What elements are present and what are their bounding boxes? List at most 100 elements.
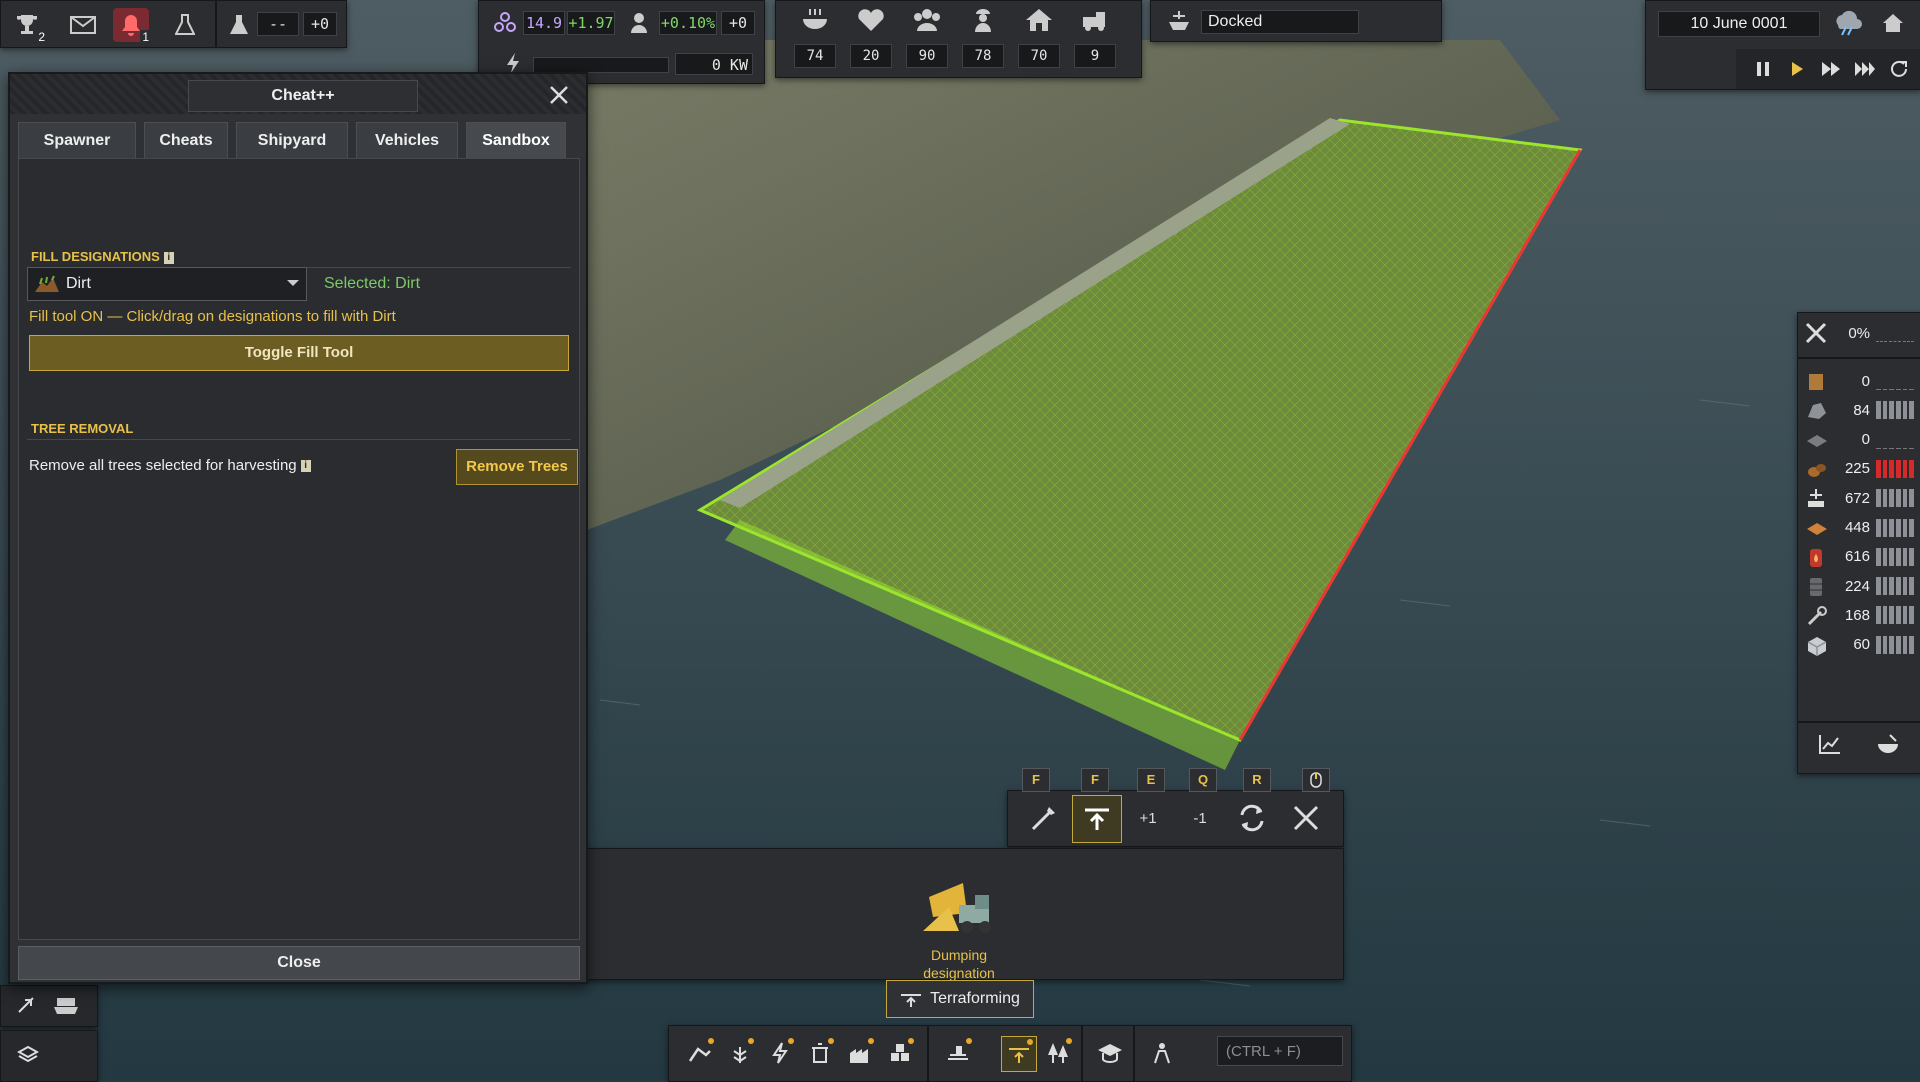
housing-status[interactable]: 70 [1016, 7, 1062, 68]
ship-build-icon[interactable] [53, 994, 79, 1021]
workers-status[interactable]: 78 [960, 7, 1006, 68]
tab-sandbox[interactable]: Sandbox [466, 122, 566, 159]
tab-vehicles[interactable]: Vehicles [356, 122, 458, 159]
industry-category-button[interactable] [843, 1036, 877, 1070]
cheat-window-title: Cheat++ [188, 80, 418, 112]
power-bar [533, 57, 669, 73]
terraforming-category-button[interactable]: Terraforming [886, 980, 1034, 1018]
tab-spawner[interactable]: Spawner [18, 122, 136, 159]
achievements-button[interactable]: 2 [9, 8, 47, 44]
population-happiness-icon[interactable] [1880, 11, 1906, 40]
alerts-button[interactable]: 1 [113, 8, 151, 44]
workforce-button[interactable] [1145, 1036, 1179, 1070]
housing-icon [1026, 9, 1052, 31]
research-button[interactable] [221, 8, 257, 42]
material-select[interactable]: Dirt [27, 267, 307, 301]
hotkey-label: E [1137, 768, 1165, 792]
toggle-fill-tool-button[interactable]: Toggle Fill Tool [29, 335, 569, 371]
crane-icon [1808, 489, 1824, 508]
resource-row-fuel[interactable]: 616 [1798, 541, 1920, 573]
health-icon [858, 9, 884, 31]
terraform-icon [1009, 1048, 1029, 1063]
raise-level-button[interactable]: +1 [1124, 795, 1172, 841]
resource-row-plate[interactable]: 0 [1798, 424, 1920, 456]
messages-button[interactable] [65, 8, 101, 42]
cheat-window-titlebar[interactable]: Cheat++ [10, 74, 586, 114]
info-icon[interactable]: i [300, 460, 311, 473]
fastest-icon [1855, 62, 1875, 76]
food-status[interactable]: 74 [792, 7, 838, 68]
resource-row-slab[interactable]: 448 [1798, 512, 1920, 544]
fast-forward-button[interactable] [1818, 57, 1844, 81]
build-categories-bar: (CTRL + F) [668, 1025, 1352, 1082]
health-status[interactable]: 20 [848, 7, 894, 68]
selected-material-label: Selected: Dirt [324, 275, 421, 292]
play-button[interactable] [1784, 57, 1810, 81]
resource-row-barrel[interactable]: 224 [1798, 570, 1920, 602]
close-icon[interactable] [546, 82, 572, 108]
vehicles-status[interactable]: 9 [1072, 7, 1118, 68]
resource-level-bars [1876, 372, 1915, 390]
logistics-category-button[interactable] [883, 1036, 917, 1070]
waste-category-button[interactable] [803, 1036, 837, 1070]
refresh-icon [1891, 60, 1907, 77]
lower-level-button[interactable]: -1 [1176, 795, 1224, 841]
weather-icon[interactable] [1832, 9, 1862, 42]
bowl-icon [1878, 734, 1898, 753]
resource-row-tool[interactable]: 168 [1798, 599, 1920, 631]
terraforming-tools-button[interactable] [1001, 1036, 1037, 1072]
population-delta: +0 [721, 11, 755, 35]
transport-category-button[interactable] [941, 1036, 975, 1070]
top-left-toolbar: 2 1 -- +0 [0, 0, 347, 48]
research-tree-button[interactable] [1093, 1036, 1127, 1070]
mining-category-button[interactable] [683, 1036, 717, 1070]
resource-row-rock[interactable]: 84 [1798, 394, 1920, 426]
housing-value: 70 [1018, 44, 1060, 68]
statistics-button[interactable] [1818, 733, 1842, 760]
resource-row-box[interactable]: 60 [1798, 629, 1920, 661]
recycle-bin-icon [812, 1043, 828, 1063]
resource-value: 448 [1844, 519, 1870, 536]
farming-category-button[interactable] [723, 1036, 757, 1070]
rocket-icon[interactable] [15, 994, 37, 1021]
power-category-button[interactable] [763, 1036, 797, 1070]
maintenance-row[interactable]: 0% [1798, 317, 1920, 349]
rewind-settings-button[interactable] [1886, 57, 1912, 81]
search-input[interactable]: (CTRL + F) [1217, 1036, 1343, 1066]
cancel-designation-button[interactable] [1282, 795, 1330, 841]
population-status[interactable]: 90 [904, 7, 950, 68]
dumping-designation-tile[interactable]: Dumping designation [909, 877, 1009, 982]
resource-row-wood[interactable]: 0 [1798, 365, 1920, 397]
unity-delta: +1.97 [567, 11, 615, 35]
recipes-button[interactable] [1876, 733, 1900, 760]
tab-cheats[interactable]: Cheats [144, 122, 228, 159]
research-lab-button[interactable] [167, 8, 203, 42]
pause-button[interactable] [1750, 57, 1776, 81]
resources-panel: 0% 0 84 0 225 672 448 616 224 168 60 [1797, 312, 1920, 774]
terraform-tool-bar: +1 -1 [1007, 790, 1344, 847]
resource-row-ore[interactable]: 225 [1798, 453, 1920, 485]
power-icon [507, 53, 519, 73]
ship-status-label: Docked [1201, 10, 1359, 34]
trees-category-button[interactable] [1041, 1036, 1075, 1070]
close-button[interactable]: Close [18, 946, 580, 980]
info-icon[interactable]: i [163, 251, 174, 264]
rotate-button[interactable] [1228, 795, 1276, 841]
health-value: 20 [850, 44, 892, 68]
resource-value: 672 [1844, 489, 1870, 507]
fastest-button[interactable] [1852, 57, 1878, 81]
material-select-value: Dirt [66, 275, 91, 292]
ship-status-panel[interactable]: Docked [1150, 0, 1442, 42]
mouse-icon [1302, 768, 1330, 792]
vehicles-icon [1083, 12, 1105, 31]
dump-tool-button[interactable] [1072, 795, 1122, 843]
alerts-count: 1 [140, 30, 151, 44]
resource-value: 224 [1844, 577, 1870, 595]
resource-row-crane[interactable]: 672 [1798, 482, 1920, 514]
fill-designations-header: FILL DESIGNATIONS i [31, 249, 174, 264]
resource-level-bars [1876, 489, 1915, 508]
mine-tool-button[interactable] [1020, 795, 1068, 841]
layers-icon[interactable] [16, 1045, 40, 1070]
remove-trees-button[interactable]: Remove Trees [456, 449, 578, 485]
tab-shipyard[interactable]: Shipyard [236, 122, 348, 159]
